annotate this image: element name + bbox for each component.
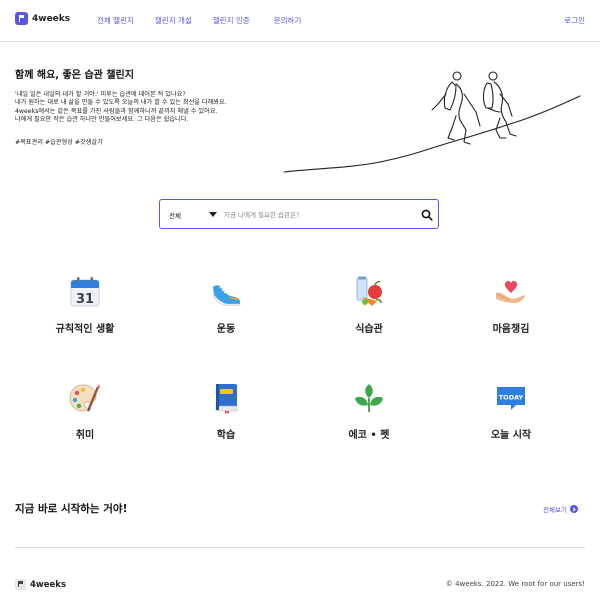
today-icon: TODAY [497, 387, 525, 410]
heart-hands-icon [496, 280, 525, 303]
arrow-right-circle-icon [569, 505, 578, 513]
cta-title: 지금 바로 시작하는 거야! [15, 503, 128, 515]
search-bar: 전체 [159, 199, 439, 229]
view-all-link[interactable]: 전체보기 [543, 504, 578, 514]
sneaker-icon [212, 285, 241, 306]
category-label: 식습관 [355, 324, 383, 335]
svg-text:TODAY: TODAY [499, 394, 524, 402]
hero-description-line: 나에게 필요한 작은 습관 하나만 만들어보세요. 그 다음은 쉽습니다. [15, 116, 189, 124]
calendar-icon: 31 [70, 277, 100, 307]
category-label: 규칙적인 생활 [55, 324, 115, 335]
hero-description-line: 내가 원하는 대로 내 삶을 만들 수 있도록 오늘의 내가 할 수 있는 최선… [15, 99, 227, 107]
search-icon[interactable] [421, 209, 433, 221]
top-navigation-bar: 4weeks 전체 챌린지 챌린지 개설 챌린지 인증 문의하기 로그인 [0, 0, 600, 42]
flag-logo-icon [15, 12, 28, 25]
copyright: © 4weeks. 2022. We root for our users! [445, 580, 585, 588]
healthy-food-icon [356, 276, 382, 306]
category-start-today[interactable]: TODAY 오늘 시작 [461, 381, 561, 441]
flag-logo-icon [15, 579, 26, 590]
dropdown-caret-icon[interactable] [209, 212, 217, 217]
category-label: 마음챙김 [492, 324, 530, 335]
category-diet[interactable]: 식습관 [319, 275, 419, 335]
logo[interactable]: 4weeks [15, 12, 70, 25]
category-label: 학습 [216, 430, 236, 441]
book-icon [215, 384, 238, 414]
hero-description-line: 4weeks에서는 같은 목표를 가진 사람들과 함께하니까 끝까지 해낼 수 … [15, 107, 218, 115]
category-label: 취미 [75, 430, 95, 441]
login-link[interactable]: 로그인 [564, 15, 585, 26]
category-hobby[interactable]: 취미 [35, 381, 135, 441]
hikers-illustration [283, 71, 581, 173]
logo-text: 4weeks [32, 13, 71, 24]
nav-verify-challenge[interactable]: 챌린지 인증 [213, 15, 250, 26]
category-exercise[interactable]: 운동 [176, 275, 276, 335]
category-select[interactable]: 전체 [169, 210, 181, 220]
footer-logo[interactable]: 4weeks [15, 579, 66, 590]
view-all-label: 전체보기 [543, 506, 567, 514]
nav-create-challenge[interactable]: 챌린지 개설 [155, 15, 192, 26]
svg-text:31: 31 [76, 292, 94, 307]
hero-hashtags: #목표관리 #습관형성 #갓생살기 [15, 139, 103, 146]
hero-description: '내일 일은 내일의 내가 할 거야.' 미루는 습관에 데어본 적 있나요? … [15, 91, 315, 125]
category-label: 에코 • 펫 [348, 430, 390, 441]
nav-all-challenges[interactable]: 전체 챌린지 [97, 15, 134, 26]
category-mindfulness[interactable]: 마음챙김 [461, 275, 561, 335]
hero-title: 함께 해요, 좋은 습관 챌린지 [15, 70, 134, 81]
category-learning[interactable]: 학습 [176, 381, 276, 441]
footer-divider [15, 547, 585, 548]
category-label: 운동 [216, 324, 236, 335]
category-regular-life[interactable]: 31 규칙적인 생활 [35, 275, 135, 335]
palette-icon [69, 384, 100, 412]
leaf-icon [355, 384, 383, 412]
main-nav: 전체 챌린지 챌린지 개설 챌린지 인증 문의하기 [97, 15, 301, 26]
footer-logo-text: 4weeks [30, 579, 67, 590]
search-input[interactable] [224, 208, 409, 222]
nav-contact[interactable]: 문의하기 [274, 15, 302, 26]
category-label: 오늘 시작 [490, 430, 532, 441]
category-eco-pet[interactable]: 에코 • 펫 [319, 381, 419, 441]
